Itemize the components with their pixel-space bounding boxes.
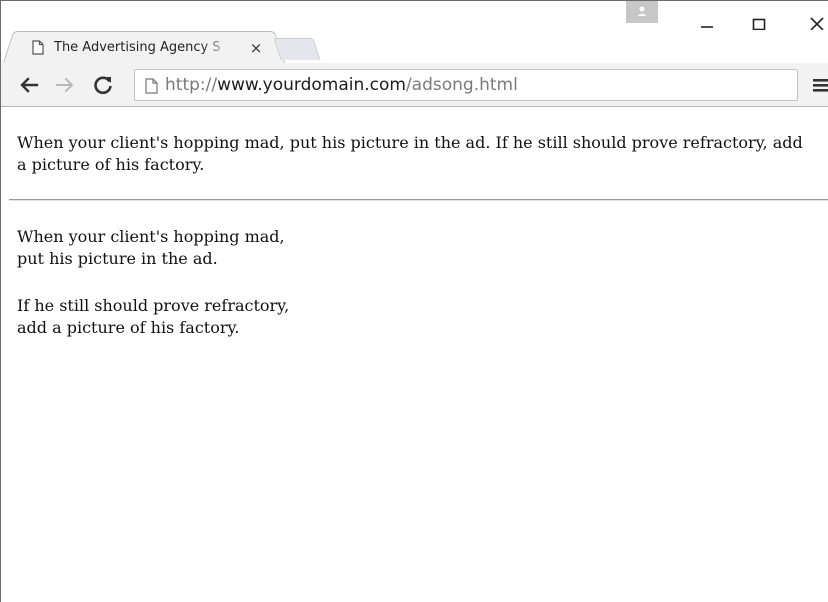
close-icon — [810, 17, 824, 30]
url-scheme: http:// — [165, 75, 218, 95]
verse-stanza: If he still should prove refractory, add… — [17, 295, 289, 339]
maximize-icon — [752, 18, 766, 30]
tab-title: The Advertising Agency S — [54, 40, 221, 55]
url-text: http://www.yourdomain.com/adsong.html — [165, 70, 518, 100]
page-info-icon[interactable] — [145, 78, 158, 94]
address-bar[interactable]: http://www.yourdomain.com/adsong.html — [134, 69, 798, 101]
forward-icon[interactable] — [53, 73, 77, 97]
page-content: When your client's hopping mad, put his … — [1, 108, 828, 602]
prose-line: When your client's hopping mad, put his … — [17, 133, 803, 152]
tab-close-icon[interactable]: × — [247, 39, 265, 57]
horizontal-rule — [9, 199, 828, 201]
browser-tab[interactable]: The Advertising Agency S × — [15, 31, 273, 63]
url-path: /adsong.html — [405, 75, 518, 95]
close-window-button[interactable] — [797, 7, 828, 37]
maximize-button[interactable] — [739, 7, 779, 37]
profile-button[interactable] — [626, 1, 658, 23]
prose-line: a picture of his factory. — [17, 155, 205, 174]
verse-line: add a picture of his factory. — [17, 318, 240, 337]
page-icon — [32, 40, 44, 55]
title-bar: The Advertising Agency S × — [1, 1, 828, 63]
verse-stanza: When your client's hopping mad, put his … — [17, 226, 285, 270]
reload-icon[interactable] — [91, 73, 115, 97]
toolbar: http://www.yourdomain.com/adsong.html — [1, 63, 828, 107]
url-host: www.yourdomain.com — [217, 75, 406, 95]
browser-window: The Advertising Agency S × http://www.yo… — [0, 0, 828, 602]
verse-line: put his picture in the ad. — [17, 249, 218, 268]
verse-line: When your client's hopping mad, — [17, 227, 285, 246]
back-icon[interactable] — [17, 73, 41, 97]
prose-paragraph: When your client's hopping mad, put his … — [17, 132, 828, 176]
minimize-button[interactable] — [687, 7, 727, 37]
verse-line: If he still should prove refractory, — [17, 296, 290, 315]
profile-icon — [637, 6, 647, 16]
menu-icon[interactable] — [813, 77, 828, 93]
new-tab-button[interactable] — [273, 38, 321, 60]
minimize-icon — [701, 26, 713, 28]
